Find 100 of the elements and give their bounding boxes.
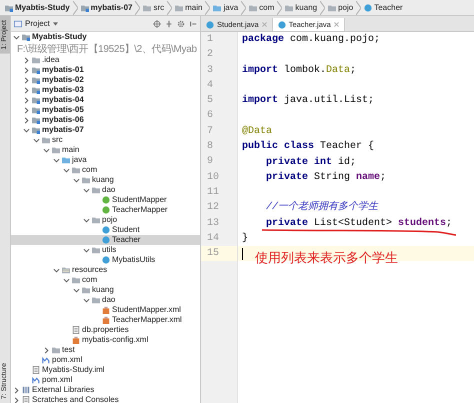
code-line: package com.kuang.pojo; <box>242 33 380 46</box>
line-number: 13 <box>206 216 220 231</box>
chevron-down-icon[interactable] <box>33 136 40 144</box>
tree-item[interactable]: Myabtis-Study.iml <box>11 365 200 375</box>
breadcrumb-item[interactable]: com <box>246 3 278 12</box>
chevron-down-icon[interactable] <box>83 216 90 224</box>
breadcrumb-item[interactable]: main <box>172 3 206 12</box>
breadcrumb-item[interactable]: Teacher <box>361 3 406 12</box>
chevron-down-icon[interactable] <box>83 246 90 254</box>
collapse-icon[interactable] <box>165 20 173 28</box>
chevron-down-icon[interactable] <box>83 296 90 304</box>
chevron-right-icon <box>241 0 246 14</box>
chevron-right-icon[interactable] <box>23 106 30 114</box>
tree-item[interactable]: kuang <box>11 175 200 185</box>
tree-item[interactable]: External Libraries <box>11 385 200 395</box>
chevron-right-icon[interactable] <box>23 86 30 94</box>
tree-item[interactable]: main <box>11 145 200 155</box>
tree-item[interactable]: mybatis-07 <box>11 125 200 135</box>
tree-item[interactable]: Myabtis-Study F:\班级管理\西开【19525】\2、代码\Myab <box>11 32 200 55</box>
maven-file-icon <box>32 376 40 384</box>
tree-item[interactable]: mybatis-06 <box>11 115 200 125</box>
breadcrumb-item[interactable]: mybatis-07 <box>78 3 136 12</box>
module-icon <box>32 106 40 114</box>
tree-item[interactable]: mybatis-01 <box>11 65 200 75</box>
breadcrumb-item[interactable]: java <box>210 3 242 12</box>
chevron-right-icon <box>320 0 326 14</box>
tree-item[interactable]: Scratches and Consoles <box>11 395 200 403</box>
tree-item[interactable]: test <box>11 345 200 355</box>
line-number: 1 <box>206 33 214 47</box>
tree-item[interactable]: mybatis-05 <box>11 105 200 115</box>
tree-item[interactable]: dao <box>11 295 200 305</box>
chevron-down-icon[interactable] <box>53 156 60 164</box>
maven-file-icon <box>42 356 50 364</box>
tree-item[interactable]: pom.xml <box>11 375 200 385</box>
tree-item[interactable]: TeacherMapper.xml <box>11 315 200 325</box>
tree-item[interactable]: mybatis-04 <box>11 95 200 105</box>
chevron-right-icon[interactable] <box>23 96 30 104</box>
code-line: private String name; <box>265 170 386 184</box>
chevron-right-icon[interactable] <box>23 66 30 74</box>
chevron-down-icon[interactable] <box>23 126 30 134</box>
tree-item[interactable]: .idea <box>11 55 200 65</box>
chevron-right-icon[interactable] <box>23 76 30 84</box>
tree-item[interactable]: pom.xml <box>11 355 200 365</box>
module-icon <box>32 96 40 104</box>
tree-item[interactable]: mybatis-02 <box>11 75 200 85</box>
tree-item[interactable]: TeacherMapper <box>11 205 200 215</box>
tree-item[interactable]: pojo <box>11 215 200 225</box>
tree-item[interactable]: mybatis-config.xml <box>11 335 200 345</box>
view-selector[interactable]: Project <box>14 19 58 28</box>
tree-item[interactable]: com <box>11 165 200 175</box>
code-line: } <box>242 232 248 245</box>
module-icon <box>22 33 30 41</box>
breadcrumb-item[interactable]: kuang <box>282 3 320 12</box>
tree-item[interactable]: utils <box>11 245 200 255</box>
tree-item[interactable]: src <box>11 135 200 145</box>
tree-item[interactable]: MybatisUtils <box>11 255 200 265</box>
settings-icon[interactable] <box>177 20 185 28</box>
tree-item[interactable]: Student <box>11 225 200 235</box>
breadcrumb-item[interactable]: pojo <box>325 3 356 12</box>
tree-item[interactable]: StudentMapper <box>11 195 200 205</box>
tree-item[interactable]: mybatis-03 <box>11 85 200 95</box>
properties-file-icon <box>72 326 80 334</box>
tree-item[interactable]: kuang <box>11 285 200 295</box>
chevron-right-icon[interactable] <box>23 116 30 124</box>
code-line: private List<Student> students; <box>265 216 452 230</box>
chevron-right-icon[interactable] <box>13 386 20 394</box>
breadcrumb-item[interactable]: src <box>140 3 168 12</box>
module-icon <box>32 66 40 74</box>
chevron-down-icon[interactable] <box>73 176 80 184</box>
chevron-down-icon[interactable] <box>63 166 70 174</box>
line-number: 8 <box>206 140 214 154</box>
library-icon <box>22 386 30 394</box>
chevron-down-icon[interactable] <box>43 146 50 154</box>
tree-item[interactable]: com <box>11 275 200 285</box>
line-number: 7 <box>206 124 214 139</box>
chevron-down-icon[interactable] <box>73 286 80 294</box>
chevron-right-icon[interactable] <box>23 56 30 64</box>
source-folder-icon <box>213 4 222 12</box>
class-icon <box>364 4 372 12</box>
chevron-right-icon[interactable] <box>13 396 20 403</box>
line-number: 6 <box>206 109 214 124</box>
tree-item[interactable]: java <box>11 155 200 165</box>
tree-item[interactable]: Teacher <box>11 235 200 245</box>
xml-file-icon <box>72 336 80 344</box>
chevron-down-icon[interactable] <box>63 276 70 284</box>
file-path: F:\班级管理\西开【19525】\2、代码\Myab <box>16 44 197 55</box>
hide-icon[interactable] <box>189 20 197 28</box>
locate-icon[interactable] <box>153 20 161 28</box>
chevron-down-icon[interactable] <box>53 266 60 274</box>
tree-item[interactable]: StudentMapper.xml <box>11 305 200 315</box>
package-icon <box>92 216 100 224</box>
chevron-down-icon[interactable] <box>13 34 20 40</box>
folder-icon <box>32 56 40 64</box>
module-icon <box>80 4 89 12</box>
breadcrumb-item[interactable]: Myabtis-Study <box>2 3 73 12</box>
tree-item[interactable]: db.properties <box>11 325 200 335</box>
tree-item[interactable]: dao <box>11 185 200 195</box>
chevron-right-icon[interactable] <box>43 346 50 354</box>
tree-item[interactable]: resources <box>11 265 200 275</box>
chevron-down-icon[interactable] <box>83 186 90 194</box>
